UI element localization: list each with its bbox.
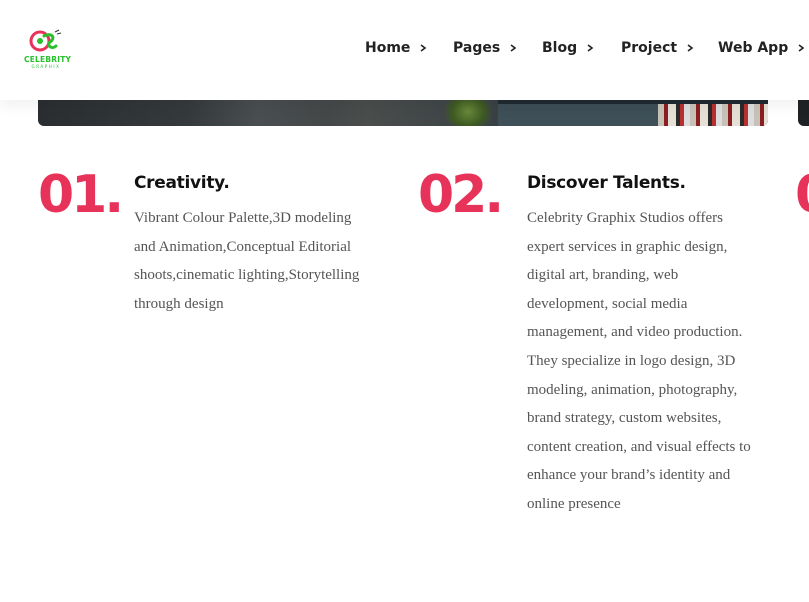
nav-item-label: Web App [718,40,789,56]
chevron-right-icon [687,44,694,52]
feature-description: Celebrity Graphix Studios offers expert … [527,204,751,519]
feature-description: Vibrant Colour Palette,3D modeling and A… [134,204,359,318]
nav-item-blog[interactable]: Blog [542,40,595,56]
logo-text: CELEBRITY [24,55,72,64]
chevron-right-icon [510,44,517,52]
feature-number: 01. [38,165,124,225]
feature-line: digital art, branding, web [527,267,679,284]
feature-line: They specialize in logo design, 3D [527,352,736,369]
feature-number: 02. [418,165,504,225]
feature-line: shoots,cinematic lighting,Storytelling [134,267,360,284]
nav-item-label: Blog [542,40,578,56]
feature-line: online presence [527,495,621,512]
nav-item-web-app[interactable]: Web App [718,40,806,56]
feature-line: content creation, and visual effects to [527,438,751,455]
feature-line: brand strategy, custom websites, [527,410,722,427]
nav-item-label: Project [621,40,678,56]
feature-line: Celebrity Graphix Studios offers [527,210,723,226]
feature-title: Discover Talents. [527,173,686,193]
feature-line: through design [134,295,224,312]
nav-item-home[interactable]: Home [365,40,428,56]
feature-number: 0 [795,165,809,225]
feature-title: Creativity. [134,173,230,193]
chevron-right-icon [587,44,594,52]
feature-line: and Animation,Conceptual Editorial [134,238,352,255]
feature-line: management, and video production. [527,324,743,341]
logo-icon [29,29,62,52]
nav-item-project[interactable]: Project [621,40,695,56]
logo-subtext: GRAPHIX [31,64,61,69]
feature-line: modeling, animation, photography, [527,381,738,398]
feature-line: Vibrant Colour Palette,3D modeling [134,210,352,226]
site-logo[interactable]: CELEBRITY GRAPHIX [22,28,72,72]
nav-item-label: Home [365,40,411,56]
feature-line: enhance your brand’s identity and [527,467,731,484]
chevron-right-icon [798,44,805,52]
feature-line: development, social media [527,295,688,312]
site-header: CELEBRITY GRAPHIX Home Pages Blog Projec… [0,0,809,100]
chevron-right-icon [420,44,427,52]
feature-line: expert services in graphic design, [527,238,728,255]
nav-item-label: Pages [453,40,501,56]
nav-item-pages[interactable]: Pages [453,40,518,56]
